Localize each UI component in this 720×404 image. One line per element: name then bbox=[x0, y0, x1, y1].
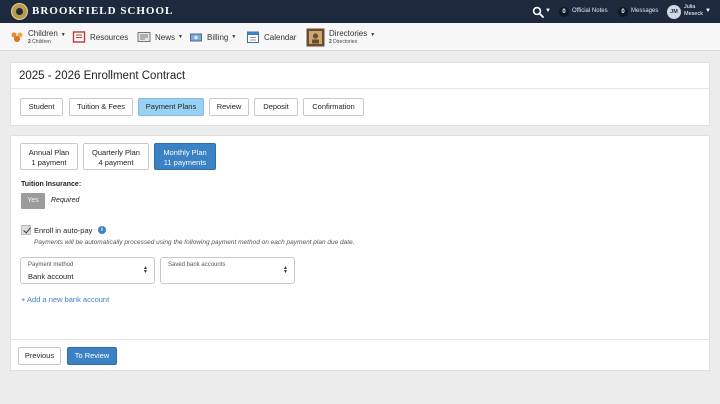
main-nav: Children ▼ 2 Children Resources News ▼ Bil… bbox=[0, 23, 720, 51]
directories-caret-icon: ▼ bbox=[370, 32, 376, 38]
nav-children-label: Children bbox=[28, 29, 58, 38]
insurance-required-text: Required bbox=[51, 197, 80, 204]
nav-billing-label: Billing bbox=[207, 32, 229, 42]
select-arrows-icon: ▲ ▼ bbox=[283, 265, 288, 275]
nav-billing[interactable]: Billing ▼ bbox=[189, 23, 236, 51]
autopay-help-text: Payments will be automatically processed… bbox=[34, 239, 355, 246]
nav-children[interactable]: Children ▼ 2 Children bbox=[10, 23, 66, 51]
step-tab-review[interactable]: Review bbox=[209, 98, 249, 116]
step-tab-tuition-fees[interactable]: Tuition & Fees bbox=[69, 98, 133, 116]
nav-directories-label: Directories bbox=[329, 29, 368, 38]
children-caret-icon: ▼ bbox=[60, 32, 66, 38]
nav-news-label: News bbox=[155, 32, 176, 42]
news-caret-icon: ▼ bbox=[178, 34, 183, 40]
messages-link[interactable]: Messages bbox=[631, 8, 658, 14]
plan-name: Quarterly Plan bbox=[92, 148, 140, 157]
step-tab-confirmation[interactable]: Confirmation bbox=[303, 98, 364, 116]
select-arrows-icon: ▲ ▼ bbox=[143, 265, 148, 275]
payment-plans-card: Annual Plan 1 payment Quarterly Plan 4 p… bbox=[10, 135, 710, 371]
top-bar: BROOKFIELD SCHOOL ▼ 0 Official Notes 0 M… bbox=[0, 0, 720, 23]
nav-children-sub: 2 Children bbox=[28, 39, 51, 45]
user-caret-icon[interactable]: ▼ bbox=[705, 8, 711, 14]
nav-calendar[interactable]: Calendar bbox=[246, 23, 296, 51]
plan-option-annual[interactable]: Annual Plan 1 payment bbox=[20, 143, 78, 170]
step-tab-student[interactable]: Student bbox=[20, 98, 63, 116]
search-caret-icon[interactable]: ▼ bbox=[545, 8, 551, 14]
school-name[interactable]: BROOKFIELD SCHOOL bbox=[32, 5, 173, 17]
calendar-icon bbox=[247, 31, 259, 43]
autopay-label[interactable]: Enroll in auto-pay bbox=[34, 226, 92, 235]
plan-name: Annual Plan bbox=[28, 148, 70, 157]
billing-icon bbox=[190, 33, 202, 42]
nav-directories-sub: 2 Directories bbox=[329, 39, 358, 45]
step-tab-payment-plans[interactable]: Payment Plans bbox=[138, 98, 204, 116]
official-notes-badge: 0 bbox=[559, 7, 569, 17]
payment-method-select[interactable]: Payment method Bank account ▲ ▼ bbox=[20, 257, 155, 284]
plan-option-quarterly[interactable]: Quarterly Plan 4 payment bbox=[83, 143, 149, 170]
school-logo[interactable] bbox=[11, 3, 28, 20]
user-menu[interactable]: Julia Meseck bbox=[684, 4, 703, 18]
payment-method-value: Bank account bbox=[28, 272, 74, 281]
plan-detail: 1 payment bbox=[31, 157, 67, 167]
divider bbox=[11, 88, 709, 89]
contract-header-card: 2025 - 2026 Enrollment Contract Student … bbox=[10, 62, 710, 126]
children-icon bbox=[11, 32, 23, 42]
insurance-yes-button[interactable]: Yes bbox=[21, 193, 45, 209]
directories-icon bbox=[306, 28, 325, 46]
user-first-name: Julia bbox=[684, 4, 696, 10]
saved-bank-accounts-label: Saved bank accounts bbox=[168, 262, 226, 268]
divider bbox=[11, 339, 709, 340]
official-notes-link[interactable]: Official Notes bbox=[572, 8, 608, 14]
news-icon bbox=[137, 32, 151, 42]
user-avatar[interactable]: JM bbox=[667, 5, 681, 19]
plan-name: Monthly Plan bbox=[163, 148, 207, 157]
nav-calendar-label: Calendar bbox=[264, 32, 297, 42]
info-icon[interactable]: i bbox=[98, 226, 106, 234]
add-bank-account-link[interactable]: + Add a new bank account bbox=[21, 295, 109, 304]
page-title: 2025 - 2026 Enrollment Contract bbox=[19, 70, 186, 82]
plan-detail: 11 payments bbox=[163, 157, 207, 167]
messages-badge: 0 bbox=[618, 7, 628, 17]
user-last-name: Meseck bbox=[684, 11, 703, 17]
autopay-checkbox[interactable] bbox=[21, 225, 31, 235]
nav-directories[interactable]: Directories ▼ 2 Directories bbox=[306, 23, 375, 51]
plan-detail: 4 payment bbox=[98, 157, 134, 167]
to-review-button[interactable]: To Review bbox=[67, 347, 117, 365]
billing-caret-icon: ▼ bbox=[231, 34, 237, 40]
saved-bank-accounts-select[interactable]: Saved bank accounts ▲ ▼ bbox=[160, 257, 295, 284]
nav-resources-label: Resources bbox=[90, 32, 129, 42]
resources-icon bbox=[72, 31, 86, 43]
plan-option-monthly[interactable]: Monthly Plan 11 payments bbox=[154, 143, 216, 170]
tuition-insurance-label: Tuition Insurance: bbox=[21, 181, 82, 188]
previous-button[interactable]: Previous bbox=[18, 347, 61, 365]
nav-news[interactable]: News ▼ bbox=[137, 23, 183, 51]
step-tab-deposit[interactable]: Deposit bbox=[254, 98, 298, 116]
search-icon[interactable] bbox=[532, 6, 544, 18]
payment-method-label: Payment method bbox=[28, 262, 74, 268]
nav-resources[interactable]: Resources bbox=[72, 23, 128, 51]
